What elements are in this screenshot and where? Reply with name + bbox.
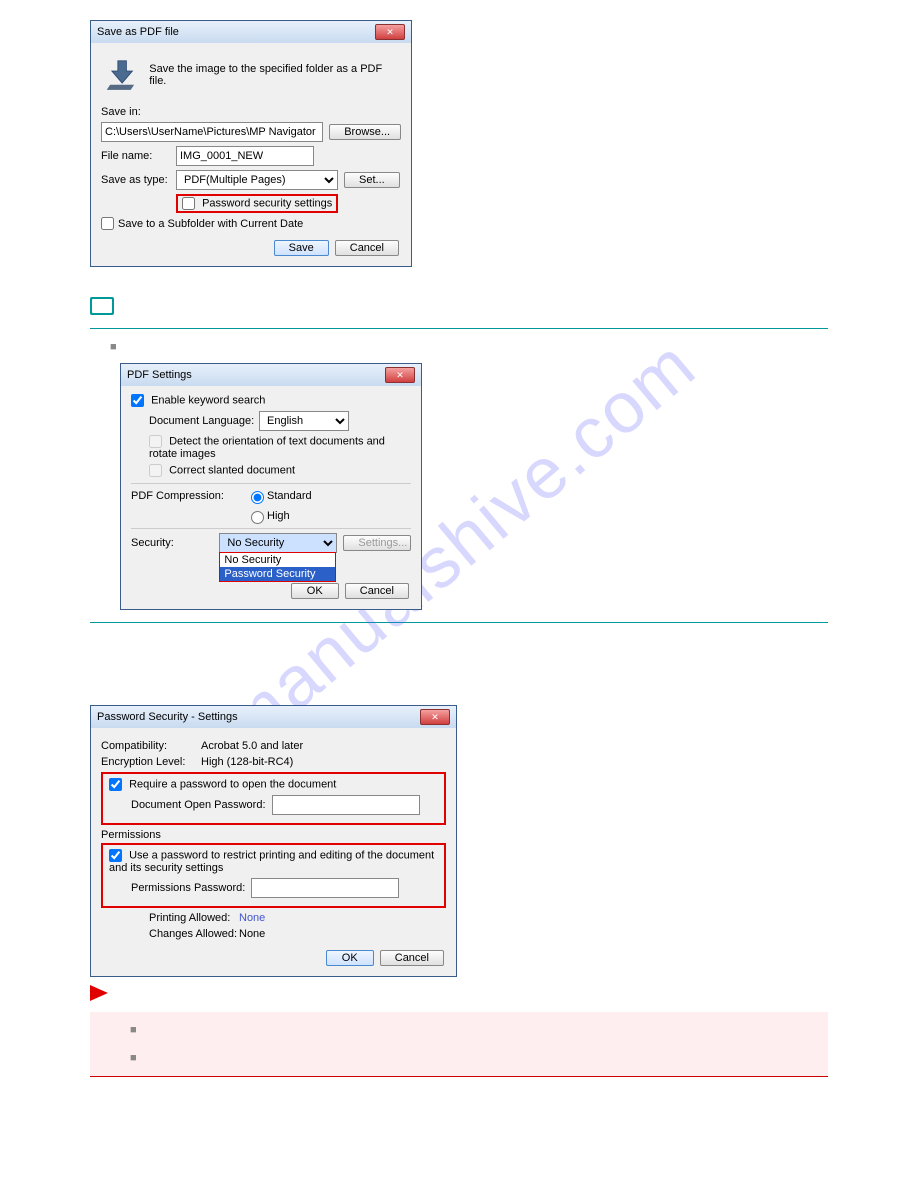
changes-allowed-value: None	[239, 928, 265, 940]
set-button[interactable]: Set...	[344, 172, 400, 188]
subfolder-checkbox[interactable]	[101, 217, 114, 230]
dialog-title: PDF Settings	[127, 369, 192, 381]
compatibility-label: Compatibility:	[101, 740, 201, 752]
dialog-title: Save as PDF file	[97, 26, 179, 38]
printing-allowed-value: None	[239, 912, 265, 924]
subfolder-label: Save to a Subfolder with Current Date	[118, 218, 303, 230]
important-bullet-2: ■	[130, 1052, 808, 1064]
permissions-label: Permissions	[101, 829, 446, 841]
dialog-titlebar: Save as PDF file ✕	[91, 21, 411, 43]
ok-button[interactable]: OK	[291, 583, 339, 599]
important-bullet-1: ■	[130, 1024, 808, 1036]
use-permissions-password-label: Use a password to restrict printing and …	[109, 849, 434, 874]
save-arrow-icon	[105, 57, 139, 92]
detect-orientation-checkbox[interactable]	[149, 435, 162, 448]
document-open-password-input[interactable]	[272, 795, 420, 815]
enable-keyword-checkbox[interactable]	[131, 394, 144, 407]
save-in-label: Save in:	[101, 106, 401, 118]
cancel-button[interactable]: Cancel	[335, 240, 399, 256]
use-permissions-password-checkbox[interactable]	[109, 849, 122, 862]
save-in-input[interactable]	[101, 122, 323, 142]
printing-allowed-label: Printing Allowed:	[149, 912, 239, 924]
compression-standard-radio[interactable]	[251, 491, 264, 504]
detect-orientation-label: Detect the orientation of text documents…	[149, 435, 385, 460]
compatibility-value: Acrobat 5.0 and later	[201, 740, 303, 752]
security-option-none[interactable]: No Security	[220, 553, 335, 567]
pdf-settings-dialog: PDF Settings ✕ Enable keyword search Doc…	[120, 363, 422, 610]
save-button[interactable]: Save	[274, 240, 329, 256]
close-icon[interactable]: ✕	[385, 367, 415, 383]
document-open-password-label: Document Open Password:	[131, 799, 266, 811]
ok-button[interactable]: OK	[326, 950, 374, 966]
enable-keyword-label: Enable keyword search	[151, 394, 265, 406]
permissions-password-input[interactable]	[251, 878, 399, 898]
cancel-button[interactable]: Cancel	[345, 583, 409, 599]
security-label: Security:	[131, 537, 219, 549]
permissions-group: Use a password to restrict printing and …	[101, 843, 446, 908]
security-settings-button[interactable]: Settings...	[343, 535, 411, 551]
open-password-group: Require a password to open the document …	[101, 772, 446, 825]
security-select[interactable]: No Security	[219, 533, 337, 553]
correct-slanted-label: Correct slanted document	[169, 464, 295, 476]
dialog-message: Save the image to the specified folder a…	[149, 63, 397, 87]
security-dropdown: No Security Password Security	[219, 552, 336, 582]
important-box: ■ ■	[90, 1012, 828, 1077]
require-open-password-label: Require a password to open the document	[129, 778, 336, 790]
note-icon	[90, 297, 114, 315]
cancel-button[interactable]: Cancel	[380, 950, 444, 966]
compression-high-radio[interactable]	[251, 511, 264, 524]
important-flag-icon	[90, 992, 110, 1004]
permissions-password-label: Permissions Password:	[131, 882, 245, 894]
dialog-titlebar: Password Security - Settings ✕	[91, 706, 456, 728]
doc-language-select[interactable]: English	[259, 411, 349, 431]
password-security-checkbox[interactable]	[182, 197, 195, 210]
security-option-password[interactable]: Password Security	[220, 567, 335, 581]
password-security-label: Password security settings	[202, 197, 332, 209]
doc-language-label: Document Language:	[149, 415, 259, 427]
standard-label: Standard	[267, 490, 312, 502]
encryption-value: High (128-bit-RC4)	[201, 756, 293, 768]
password-security-highlight: Password security settings	[176, 194, 338, 213]
file-name-input[interactable]	[176, 146, 314, 166]
compression-label: PDF Compression:	[131, 490, 246, 502]
save-as-pdf-dialog: Save as PDF file ✕ Save the image to the…	[90, 20, 412, 267]
dialog-titlebar: PDF Settings ✕	[121, 364, 421, 386]
encryption-label: Encryption Level:	[101, 756, 201, 768]
browse-button[interactable]: Browse...	[329, 124, 401, 140]
require-open-password-checkbox[interactable]	[109, 778, 122, 791]
correct-slanted-checkbox[interactable]	[149, 464, 162, 477]
save-as-type-label: Save as type:	[101, 174, 176, 186]
file-name-label: File name:	[101, 150, 176, 162]
note-bullet: ■	[90, 341, 828, 353]
password-security-dialog: Password Security - Settings ✕ Compatibi…	[90, 705, 457, 977]
dialog-header: Save the image to the specified folder a…	[101, 51, 401, 106]
high-label: High	[267, 510, 290, 522]
security-select-wrapper: No Security No Security Password Securit…	[219, 533, 337, 553]
close-icon[interactable]: ✕	[420, 709, 450, 725]
save-as-type-select[interactable]: PDF(Multiple Pages)	[176, 170, 338, 190]
changes-allowed-label: Changes Allowed:	[149, 928, 239, 940]
dialog-title: Password Security - Settings	[97, 711, 238, 723]
close-icon[interactable]: ✕	[375, 24, 405, 40]
